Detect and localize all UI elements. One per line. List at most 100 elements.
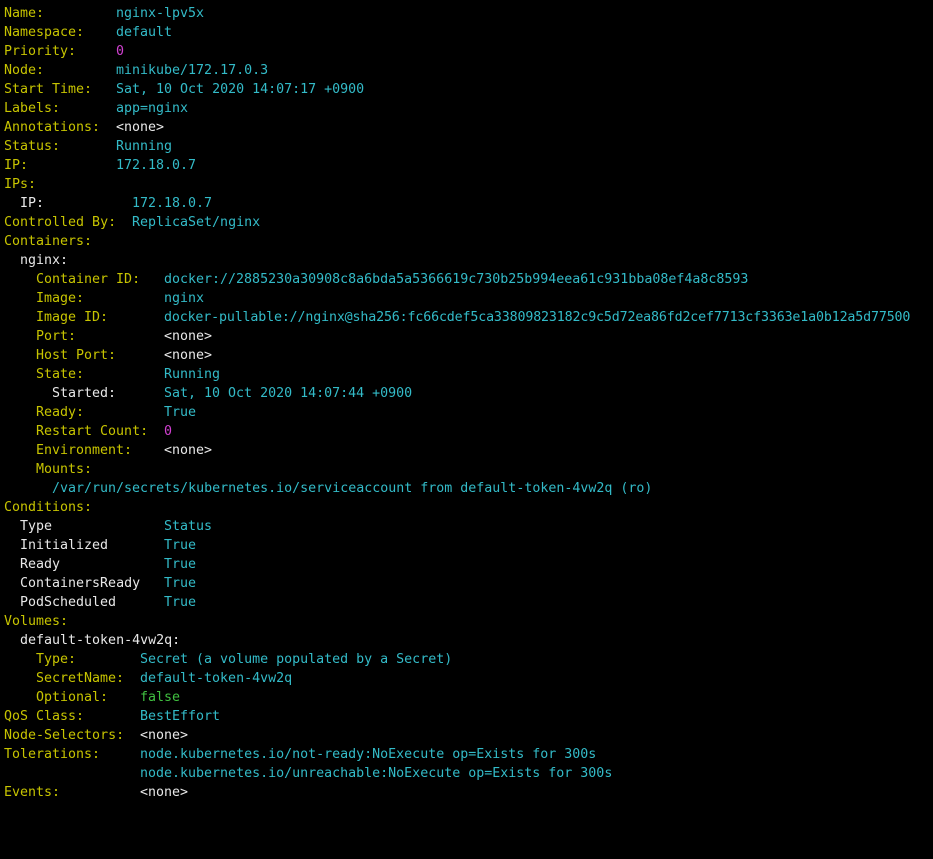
field-value: default-token-4vw2q — [140, 671, 293, 686]
condition-status: True — [164, 595, 197, 610]
field-value: minikube/172.17.0.3 — [116, 63, 269, 78]
condition-type: Ready — [20, 557, 61, 572]
field-key: Ready: — [36, 405, 85, 420]
conditions-header-type: Type — [20, 519, 53, 534]
conditions-header: Type Status — [0, 517, 933, 536]
condition-row: ContainersReady True — [0, 574, 933, 593]
condition-row: PodScheduled True — [0, 593, 933, 612]
field-key: Node: — [4, 63, 45, 78]
field-volume-type: Type: Secret (a volume populated by a Se… — [0, 650, 933, 669]
field-node: Node: minikube/172.17.0.3 — [0, 61, 933, 80]
section-key: Containers: — [4, 234, 93, 249]
field-status: Status: Running — [0, 137, 933, 156]
field-value: ReplicaSet/nginx — [132, 215, 261, 230]
field-priority: Priority: 0 — [0, 42, 933, 61]
field-value: docker-pullable://nginx@sha256:fc66cdef5… — [164, 310, 911, 325]
container-name: nginx: — [0, 251, 933, 270]
field-value: Running — [164, 367, 221, 382]
field-key: IPs: — [4, 177, 37, 192]
field-started: Started: Sat, 10 Oct 2020 14:07:44 +0900 — [0, 384, 933, 403]
field-container-id: Container ID: docker://2885230a30908c8a6… — [0, 270, 933, 289]
field-qos-class: QoS Class: BestEffort — [0, 707, 933, 726]
field-value: <none> — [140, 728, 189, 743]
field-value: false — [140, 690, 181, 705]
field-value: <none> — [140, 785, 189, 800]
field-key: SecretName: — [36, 671, 125, 686]
field-controlled-by: Controlled By: ReplicaSet/nginx — [0, 213, 933, 232]
field-value: 172.18.0.7 — [132, 196, 213, 211]
field-value: nginx — [164, 291, 205, 306]
field-key: Port: — [36, 329, 77, 344]
terminal-output: Name: nginx-lpv5x Namespace: default Pri… — [0, 0, 933, 802]
field-value: Sat, 10 Oct 2020 14:07:17 +0900 — [116, 82, 365, 97]
field-value: /var/run/secrets/kubernetes.io/serviceac… — [52, 481, 653, 496]
field-key: Node-Selectors: — [4, 728, 125, 743]
condition-type: ContainersReady — [20, 576, 141, 591]
section-key: Conditions: — [4, 500, 93, 515]
condition-status: True — [164, 557, 197, 572]
field-ips: IPs: — [0, 175, 933, 194]
field-key: Environment: — [36, 443, 133, 458]
field-value: BestEffort — [140, 709, 221, 724]
field-host-port: Host Port: <none> — [0, 346, 933, 365]
field-key: Name: — [4, 6, 45, 21]
field-key: IP: — [20, 196, 45, 211]
condition-row: Initialized True — [0, 536, 933, 555]
field-annotations: Annotations: <none> — [0, 118, 933, 137]
condition-status: True — [164, 576, 197, 591]
section-containers: Containers: — [0, 232, 933, 251]
field-value: 172.18.0.7 — [116, 158, 197, 173]
volume-name-label: default-token-4vw2q: — [20, 633, 181, 648]
field-value: node.kubernetes.io/not-ready:NoExecute o… — [140, 747, 597, 762]
field-restart-count: Restart Count: 0 — [0, 422, 933, 441]
field-tolerations: Tolerations: node.kubernetes.io/not-read… — [0, 745, 933, 764]
field-value: Sat, 10 Oct 2020 14:07:44 +0900 — [164, 386, 413, 401]
field-key: Namespace: — [4, 25, 85, 40]
field-start-time: Start Time: Sat, 10 Oct 2020 14:07:17 +0… — [0, 80, 933, 99]
field-key: IP: — [4, 158, 29, 173]
field-key: Status: — [4, 139, 61, 154]
field-port: Port: <none> — [0, 327, 933, 346]
field-value: default — [116, 25, 173, 40]
field-key: Image: — [36, 291, 85, 306]
field-value: node.kubernetes.io/unreachable:NoExecute… — [140, 766, 613, 781]
field-key: State: — [36, 367, 85, 382]
field-key: Annotations: — [4, 120, 101, 135]
field-key: Host Port: — [36, 348, 117, 363]
field-mounts-value: /var/run/secrets/kubernetes.io/serviceac… — [0, 479, 933, 498]
field-value: <none> — [164, 443, 213, 458]
field-key: Tolerations: — [4, 747, 101, 762]
field-node-selectors: Node-Selectors: <none> — [0, 726, 933, 745]
field-key: Mounts: — [36, 462, 93, 477]
field-value: <none> — [116, 120, 165, 135]
field-ip: IP: 172.18.0.7 — [0, 156, 933, 175]
condition-type: PodScheduled — [20, 595, 117, 610]
field-key: Events: — [4, 785, 61, 800]
field-key: Type: — [36, 652, 77, 667]
field-image: Image: nginx — [0, 289, 933, 308]
section-key: Volumes: — [4, 614, 69, 629]
container-name-label: nginx: — [20, 253, 69, 268]
condition-status: True — [164, 538, 197, 553]
volume-name: default-token-4vw2q: — [0, 631, 933, 650]
field-value: <none> — [164, 329, 213, 344]
field-ips-ip: IP: 172.18.0.7 — [0, 194, 933, 213]
field-value: docker://2885230a30908c8a6bda5a5366619c7… — [164, 272, 749, 287]
field-key: Priority: — [4, 44, 77, 59]
field-events: Events: <none> — [0, 783, 933, 802]
field-name: Name: nginx-lpv5x — [0, 4, 933, 23]
field-key: Restart Count: — [36, 424, 149, 439]
field-tolerations-cont: node.kubernetes.io/unreachable:NoExecute… — [0, 764, 933, 783]
condition-type: Initialized — [20, 538, 109, 553]
field-key: Controlled By: — [4, 215, 117, 230]
field-key: QoS Class: — [4, 709, 85, 724]
field-environment: Environment: <none> — [0, 441, 933, 460]
section-conditions: Conditions: — [0, 498, 933, 517]
field-secret-name: SecretName: default-token-4vw2q — [0, 669, 933, 688]
field-value: 0 — [116, 44, 125, 59]
field-optional: Optional: false — [0, 688, 933, 707]
conditions-header-status: Status — [164, 519, 213, 534]
field-image-id: Image ID: docker-pullable://nginx@sha256… — [0, 308, 933, 327]
field-mounts: Mounts: — [0, 460, 933, 479]
field-ready: Ready: True — [0, 403, 933, 422]
